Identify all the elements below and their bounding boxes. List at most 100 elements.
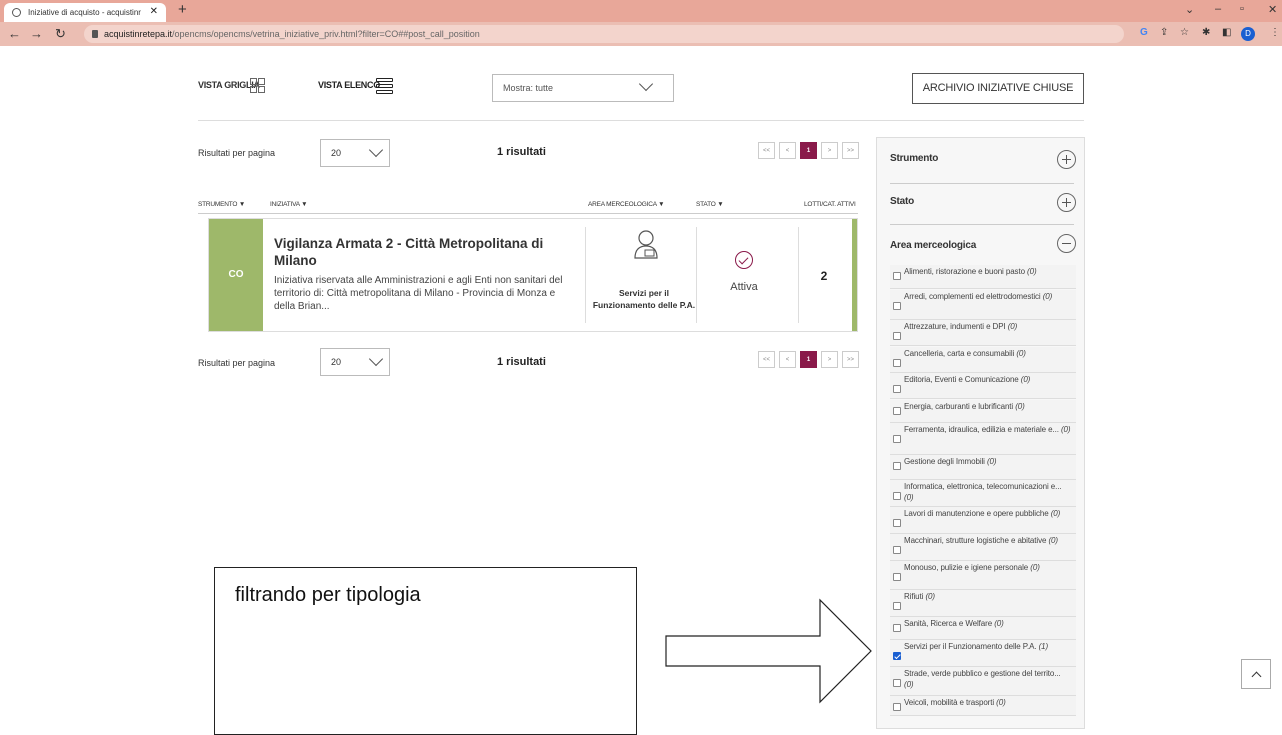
- filter-option[interactable]: Attrezzature, indumenti e DPI (0): [890, 320, 1076, 346]
- pager-next[interactable]: >: [821, 351, 838, 368]
- minus-circle-icon[interactable]: [1057, 234, 1076, 253]
- grid-view-icon[interactable]: [250, 78, 266, 94]
- close-window-button[interactable]: ✕: [1268, 3, 1277, 16]
- url-input[interactable]: acquistinretepa.it/opencms/opencms/vetri…: [84, 25, 1124, 43]
- filter-option[interactable]: Veicoli, mobilità e trasporti (0): [890, 696, 1076, 716]
- pager-page-current[interactable]: 1: [800, 142, 817, 159]
- share-icon[interactable]: ⇪: [1160, 27, 1168, 38]
- header-stato[interactable]: STATO ▼: [696, 201, 724, 208]
- filter-option[interactable]: Strade, verde pubblico e gestione del te…: [890, 667, 1076, 696]
- user-icon: [634, 230, 658, 259]
- pagination: << < 1 > >>: [758, 351, 859, 368]
- filter-option-count: (0): [1050, 509, 1061, 518]
- status-text: Attiva: [730, 281, 758, 293]
- filter-checkbox[interactable]: [893, 679, 901, 687]
- browser-tab[interactable]: Iniziative di acquisto - acquistinr ✕: [4, 3, 166, 22]
- area-merceologica: Servizi per il Funzionamento delle P.A.: [592, 288, 696, 310]
- lotti-count: 2: [820, 269, 828, 283]
- header-area[interactable]: AREA MERCEOLOGICA ▼: [588, 201, 665, 208]
- filter-checkbox[interactable]: [893, 602, 901, 610]
- maximize-button[interactable]: ▫: [1240, 3, 1244, 15]
- annotation-text: filtrando per tipologia: [235, 584, 421, 606]
- filter-checkbox[interactable]: [893, 492, 901, 500]
- pager-first[interactable]: <<: [758, 142, 775, 159]
- bookmark-star-icon[interactable]: ☆: [1180, 27, 1189, 38]
- filter-option[interactable]: Rifiuti (0): [890, 590, 1076, 617]
- chevron-down-icon: [638, 76, 654, 92]
- list-view-icon[interactable]: [376, 78, 393, 94]
- table-row[interactable]: CO Vigilanza Armata 2 - Città Metropolit…: [208, 218, 858, 332]
- pager-next[interactable]: >: [821, 142, 838, 159]
- extensions-icon[interactable]: ✱: [1202, 27, 1210, 38]
- profile-avatar[interactable]: D: [1241, 27, 1255, 41]
- initiative-title[interactable]: Vigilanza Armata 2 - Città Metropolitana…: [274, 235, 574, 269]
- filter-option-count: (0): [996, 698, 1006, 707]
- pager-last[interactable]: >>: [842, 351, 859, 368]
- filter-option[interactable]: Gestione degli Immobili (0): [890, 455, 1076, 480]
- pager-last[interactable]: >>: [842, 142, 859, 159]
- filter-option-count: (0): [1016, 349, 1026, 358]
- filter-strumento-heading[interactable]: Strumento: [890, 153, 938, 164]
- filter-area-heading[interactable]: Area merceologica: [890, 240, 976, 251]
- filter-option-count: (0): [994, 619, 1004, 628]
- header-iniziativa[interactable]: INIZIATIVA ▼: [270, 201, 308, 208]
- filter-checkbox[interactable]: [893, 624, 901, 632]
- filter-checkbox[interactable]: [893, 703, 901, 711]
- filter-option[interactable]: Arredi, complementi ed elettrodomestici …: [890, 290, 1076, 320]
- filter-option[interactable]: Ferramenta, idraulica, edilizia e materi…: [890, 423, 1076, 455]
- results-per-page-select[interactable]: 20: [320, 348, 390, 376]
- vista-elenco-label[interactable]: VISTA ELENCO: [318, 80, 380, 90]
- side-panel-icon[interactable]: ◧: [1222, 27, 1231, 38]
- filter-option[interactable]: Sanità, Ricerca e Welfare (0): [890, 617, 1076, 640]
- google-icon[interactable]: G: [1140, 27, 1148, 38]
- plus-circle-icon[interactable]: [1057, 150, 1076, 169]
- filter-option-count: (0): [1030, 563, 1040, 572]
- filter-checkbox[interactable]: [893, 332, 901, 340]
- plus-circle-icon[interactable]: [1057, 193, 1076, 212]
- filter-checkbox[interactable]: [893, 407, 901, 415]
- filter-checkbox[interactable]: [893, 519, 901, 527]
- filter-checkbox[interactable]: [893, 385, 901, 393]
- filter-option[interactable]: Cancelleria, carta e consumabili (0): [890, 347, 1076, 373]
- filter-option[interactable]: Monouso, pulizie e igiene personale (0): [890, 561, 1076, 590]
- menu-icon[interactable]: ⋮: [1270, 27, 1280, 38]
- minimize-button[interactable]: –: [1215, 3, 1221, 15]
- globe-icon: [12, 8, 21, 17]
- pager-page-current[interactable]: 1: [800, 351, 817, 368]
- results-per-page-select[interactable]: 20: [320, 139, 390, 167]
- filter-checkbox[interactable]: [893, 573, 901, 581]
- mostra-select[interactable]: Mostra: tutte: [492, 74, 674, 102]
- filter-option[interactable]: Macchinari, strutture logistiche e abita…: [890, 534, 1076, 561]
- forward-arrow-icon[interactable]: →: [30, 26, 43, 41]
- filter-option-count: (0): [1060, 425, 1071, 434]
- divider: [890, 224, 1074, 225]
- filter-checkbox[interactable]: [893, 302, 901, 310]
- reload-icon[interactable]: ↻: [55, 26, 66, 42]
- header-strumento[interactable]: STRUMENTO ▼: [198, 201, 245, 208]
- filter-option[interactable]: Lavori di manutenzione e opere pubbliche…: [890, 507, 1076, 534]
- divider: [198, 120, 1084, 121]
- filter-option[interactable]: Editoria, Eventi e Comunicazione (0): [890, 373, 1076, 399]
- filter-checkbox[interactable]: [893, 435, 901, 443]
- filter-option[interactable]: Servizi per il Funzionamento delle P.A. …: [890, 640, 1076, 667]
- pager-prev[interactable]: <: [779, 142, 796, 159]
- filter-checkbox[interactable]: [893, 462, 901, 470]
- chevron-down-icon[interactable]: ⌄: [1185, 3, 1194, 16]
- filter-checkbox[interactable]: [893, 359, 901, 367]
- pager-prev[interactable]: <: [779, 351, 796, 368]
- archivio-button[interactable]: ARCHIVIO INIZIATIVE CHIUSE: [912, 73, 1084, 104]
- scroll-to-top-button[interactable]: [1241, 659, 1271, 689]
- filter-option[interactable]: Alimenti, ristorazione e buoni pasto (0): [890, 265, 1076, 289]
- filter-checkbox[interactable]: [893, 652, 901, 660]
- filter-checkbox[interactable]: [893, 546, 901, 554]
- close-tab-icon[interactable]: ✕: [150, 6, 158, 17]
- initiative-description: Iniziativa riservata alle Amministrazion…: [274, 275, 563, 312]
- new-tab-button[interactable]: +: [178, 1, 187, 18]
- filter-option-label: Rifiuti: [904, 592, 924, 601]
- back-arrow-icon[interactable]: ←: [8, 26, 21, 41]
- filter-option[interactable]: Informatica, elettronica, telecomunicazi…: [890, 480, 1076, 507]
- pager-first[interactable]: <<: [758, 351, 775, 368]
- filter-checkbox[interactable]: [893, 272, 901, 280]
- filter-option[interactable]: Energia, carburanti e lubrificanti (0): [890, 400, 1076, 423]
- filter-stato-heading[interactable]: Stato: [890, 196, 914, 207]
